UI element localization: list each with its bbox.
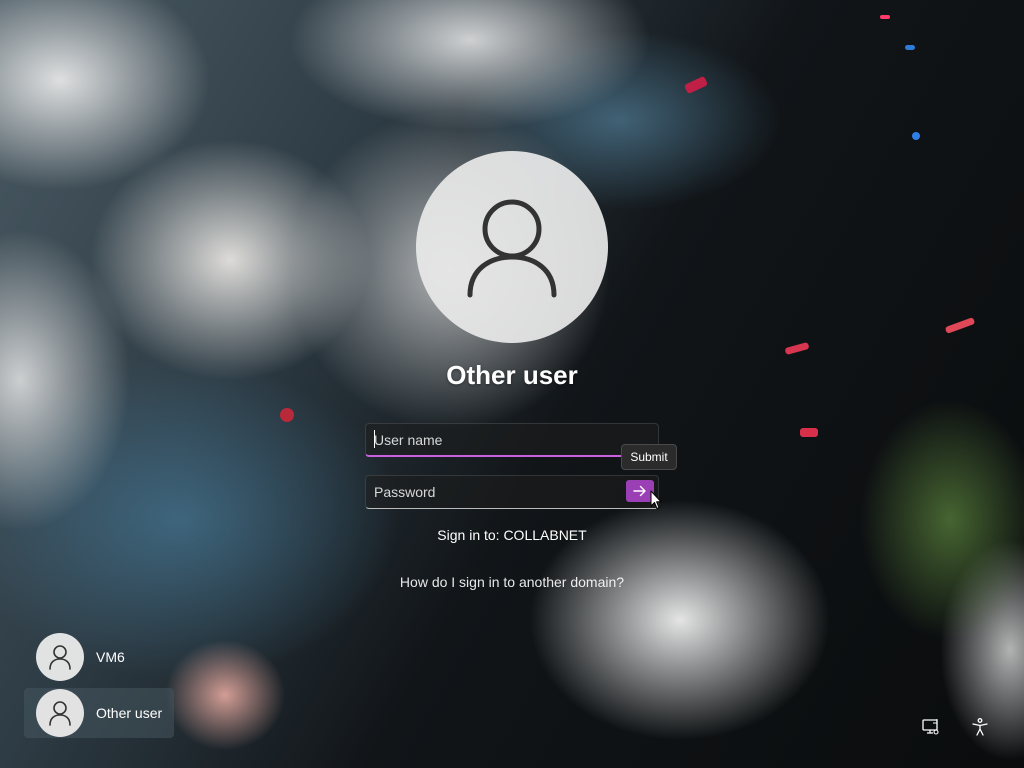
background-fleck — [800, 428, 818, 437]
user-tile-vm6[interactable]: VM6 — [24, 632, 174, 682]
other-domain-link[interactable]: How do I sign in to another domain? — [312, 574, 712, 590]
background-fleck — [905, 45, 915, 50]
user-title: Other user — [446, 360, 578, 390]
user-avatar-large — [416, 151, 608, 343]
accessibility-button[interactable] — [969, 716, 991, 738]
background-fleck — [944, 317, 976, 334]
network-icon — [922, 719, 939, 735]
background-fleck — [683, 75, 709, 95]
person-icon — [49, 701, 71, 726]
pointer-icon — [650, 490, 662, 509]
arrow-right-icon — [633, 485, 646, 497]
user-tile-other-user[interactable]: Other user — [24, 688, 174, 738]
mouse-cursor — [650, 490, 662, 515]
avatar — [36, 689, 84, 737]
username-field[interactable] — [365, 423, 659, 457]
background-fleck — [880, 15, 890, 19]
lock-screen: Other user Submit Sign in to: COLLABNET … — [0, 0, 1024, 768]
network-button[interactable] — [920, 716, 942, 738]
background-fleck — [280, 408, 294, 422]
person-icon — [49, 645, 71, 670]
password-input[interactable] — [366, 476, 658, 508]
text-caret — [374, 430, 375, 448]
sign-in-domain-text: Sign in to: COLLABNET — [437, 527, 587, 543]
accessibility-icon — [972, 718, 988, 736]
user-tile-label: VM6 — [96, 649, 125, 665]
avatar — [36, 633, 84, 681]
person-icon — [467, 199, 557, 298]
password-field[interactable] — [365, 475, 659, 509]
background-fleck — [912, 132, 920, 140]
submit-tooltip: Submit — [621, 444, 677, 470]
background-fleck — [784, 342, 810, 355]
username-input[interactable] — [366, 424, 658, 455]
user-tile-label: Other user — [96, 705, 163, 721]
